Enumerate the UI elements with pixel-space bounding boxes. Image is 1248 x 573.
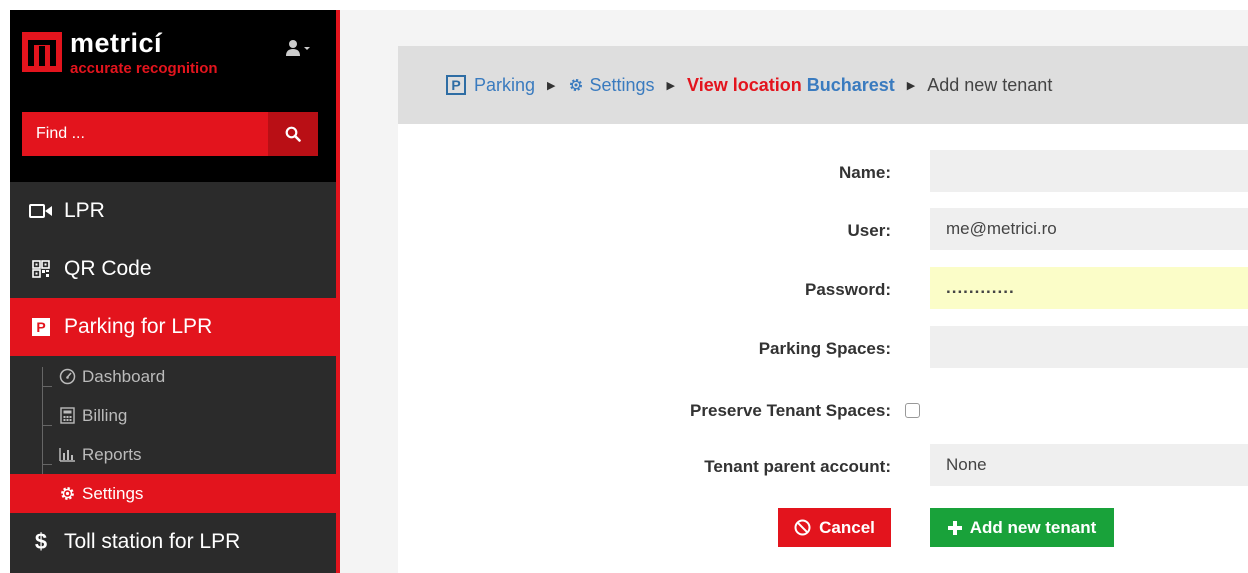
submenu-item-reports[interactable]: Reports xyxy=(10,435,336,474)
breadcrumb-settings-link[interactable]: Settings xyxy=(590,75,655,96)
menu-item-label: Parking for LPR xyxy=(64,315,213,338)
menu-item-parking[interactable]: P Parking for LPR xyxy=(10,298,336,356)
tenant-parent-account-select[interactable]: None xyxy=(930,444,1248,486)
preserve-tenant-spaces-checkbox[interactable] xyxy=(905,403,920,418)
caret-right-icon: ▶ xyxy=(906,79,916,92)
logo-icon xyxy=(22,32,62,72)
submenu-item-label: Reports xyxy=(82,444,142,464)
breadcrumb-current: Add new tenant xyxy=(927,74,1053,95)
search-button[interactable] xyxy=(268,112,318,156)
sidebar-header: metricí accurate recognition xyxy=(10,10,336,182)
menu-item-label: LPR xyxy=(64,199,105,222)
caret-right-icon: ▶ xyxy=(666,79,676,92)
breadcrumb-view-location-link[interactable]: View location xyxy=(687,75,802,96)
plus-icon xyxy=(947,520,962,535)
user-field[interactable] xyxy=(930,208,1248,250)
add-new-tenant-button-label: Add new tenant xyxy=(969,517,1097,537)
gear-icon xyxy=(568,77,584,93)
top-band xyxy=(340,10,1248,46)
menu-item-toll-station[interactable]: $ Toll station for LPR xyxy=(10,513,336,571)
calculator-icon xyxy=(58,407,76,425)
menu-item-label: Toll station for LPR xyxy=(64,530,241,553)
name-field[interactable] xyxy=(930,150,1248,192)
parking-spaces-label: Parking Spaces: xyxy=(758,339,891,358)
password-field[interactable] xyxy=(930,267,1248,309)
search-box xyxy=(22,112,318,156)
cancel-button[interactable]: Cancel xyxy=(778,508,891,547)
submenu-item-billing[interactable]: Billing xyxy=(10,396,336,435)
cancel-button-label: Cancel xyxy=(819,517,875,537)
search-icon xyxy=(285,126,301,142)
breadcrumb-parking-link[interactable]: Parking xyxy=(474,75,535,96)
parking-spaces-field[interactable] xyxy=(930,326,1248,368)
password-label: Password: xyxy=(805,280,891,299)
submenu-item-label: Settings xyxy=(82,483,144,503)
ban-icon xyxy=(794,519,811,536)
qrcode-icon xyxy=(28,258,54,280)
submenu-item-label: Billing xyxy=(82,405,128,425)
video-camera-icon xyxy=(28,200,54,222)
menu-item-label: QR Code xyxy=(64,257,152,280)
menu-item-qr-code[interactable]: QR Code xyxy=(10,240,336,298)
user-menu-button[interactable] xyxy=(286,40,312,59)
preserve-tenant-spaces-label: Preserve Tenant Spaces: xyxy=(690,401,891,420)
search-input[interactable] xyxy=(22,112,268,156)
tenant-parent-account-label: Tenant parent account: xyxy=(704,457,891,476)
user-label: User: xyxy=(847,221,891,240)
brand-name: metricí xyxy=(70,28,163,58)
submenu-item-label: Dashboard xyxy=(82,366,166,386)
user-icon xyxy=(286,40,310,56)
breadcrumb: P Parking ▶ Settings ▶ View location Buc… xyxy=(398,46,1248,124)
parking-icon: P xyxy=(28,316,54,338)
sidebar: metricí accurate recognition Find ... LP… xyxy=(10,10,336,573)
caret-right-icon: ▶ xyxy=(547,79,556,92)
add-new-tenant-button[interactable]: Add new tenant xyxy=(930,508,1114,547)
dollar-icon: $ xyxy=(34,529,48,554)
brand-tagline: accurate recognition xyxy=(70,60,218,77)
menu-item-lpr[interactable]: LPR xyxy=(10,182,336,240)
submenu-item-dashboard[interactable]: Dashboard xyxy=(10,357,336,396)
gear-icon xyxy=(58,485,76,503)
breadcrumb-location-name[interactable]: Bucharest xyxy=(807,75,895,96)
submenu-item-settings[interactable]: Settings xyxy=(10,474,336,513)
svg-text:P: P xyxy=(36,319,45,335)
tachometer-icon xyxy=(58,368,76,386)
bar-chart-icon xyxy=(58,446,76,464)
name-label: Name: xyxy=(839,163,891,182)
parking-badge-icon: P xyxy=(446,75,466,95)
